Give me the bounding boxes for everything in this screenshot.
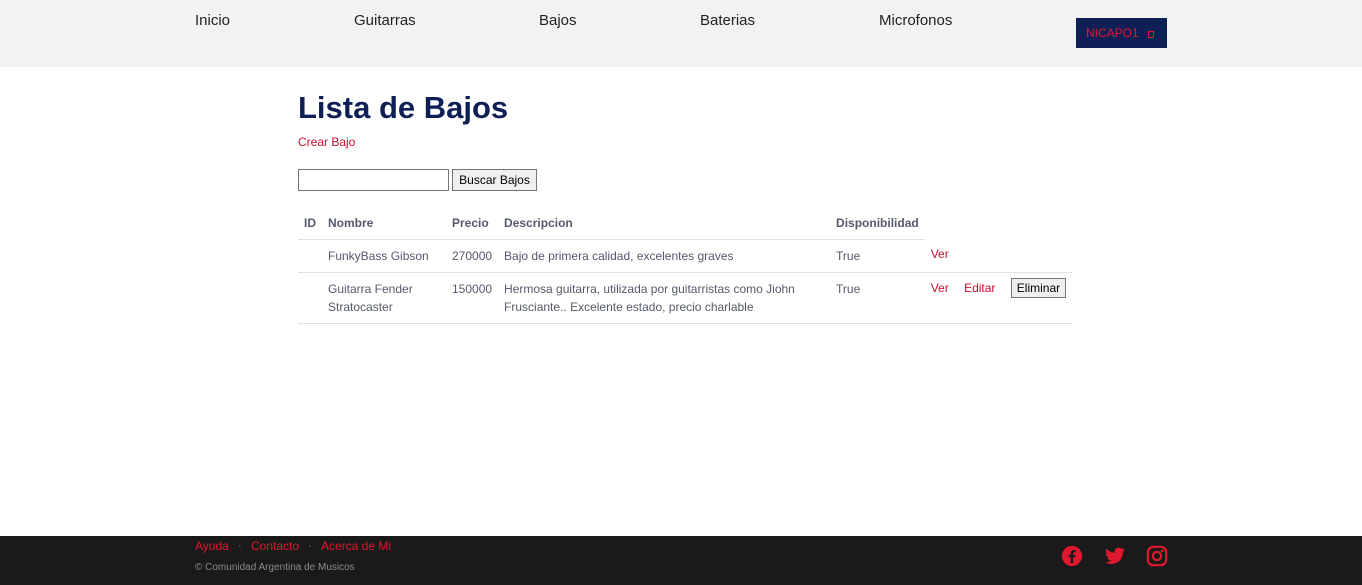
nav-link-bajos[interactable]: Bajos [539,12,577,29]
footer: Ayuda · Contacto · Acerca de Mi © Comuni… [0,536,1362,585]
footer-separator: · [308,540,312,552]
top-navbar: Inicio Guitarras Bajos Baterias Microfon… [0,0,1362,67]
cell-precio: 270000 [446,238,499,272]
user-name: NICAPO1 [1086,26,1139,40]
cell-descripcion: Hermosa guitarra, utilizada por guitarri… [498,271,831,324]
column-header-precio: Precio [452,216,489,231]
table-header-row: ID Nombre Precio Descripcion Disponibili… [298,208,1072,239]
create-bajo-link[interactable]: Crear Bajo [298,135,355,149]
page-title: Lista de Bajos [298,90,509,125]
column-header-nombre: Nombre [328,216,374,231]
twitter-icon[interactable] [1104,545,1126,567]
table-row: Guitarra Fender Stratocaster 150000 Herm… [298,271,1073,324]
column-header-actions [925,208,1072,239]
facebook-icon[interactable] [1061,545,1083,567]
cell-id [298,238,322,272]
column-header-disponibilidad: Disponibilidad [836,216,919,231]
nav-link-baterias[interactable]: Baterias [700,12,755,29]
cell-disponibilidad: True [830,271,925,324]
cell-disponibilidad: True [830,238,925,272]
cell-descripcion: Bajo de primera calidad, excelentes grav… [498,238,831,272]
user-menu-button[interactable]: NICAPO1 [1076,18,1167,48]
search-input[interactable] [298,169,449,191]
cell-precio: 150000 [446,271,499,324]
instagram-icon[interactable] [1146,545,1168,567]
nav-link-inicio[interactable]: Inicio [195,12,230,29]
footer-link-acerca[interactable]: Acerca de Mi [321,539,391,553]
ver-link[interactable]: Ver [931,281,949,295]
nav-link-microfonos[interactable]: Microfonos [879,12,952,29]
footer-link-contacto[interactable]: Contacto [251,539,299,553]
cell-actions: Ver [925,239,1072,272]
search-button[interactable]: Buscar Bajos [452,169,537,191]
footer-separator: · [238,540,242,552]
dropdown-icon [1147,31,1154,38]
copyright-text: © Comunidad Argentina de Musicos [195,562,355,573]
cell-nombre: Guitarra Fender Stratocaster [322,271,446,324]
column-header-id: ID [304,216,316,231]
cell-actions: Ver Editar Eliminar [924,271,1073,324]
editar-link[interactable]: Editar [964,281,995,295]
cell-nombre: FunkyBass Gibson [322,238,446,272]
nav-link-guitarras[interactable]: Guitarras [354,12,416,29]
bajos-table: ID Nombre Precio Descripcion Disponibili… [298,208,1073,324]
eliminar-button[interactable]: Eliminar [1010,277,1067,298]
column-header-descripcion: Descripcion [504,216,573,231]
ver-link[interactable]: Ver [931,247,949,261]
table-row: FunkyBass Gibson 270000 Bajo de primera … [298,238,1072,272]
cell-id [298,271,322,324]
footer-link-ayuda[interactable]: Ayuda [195,539,229,553]
